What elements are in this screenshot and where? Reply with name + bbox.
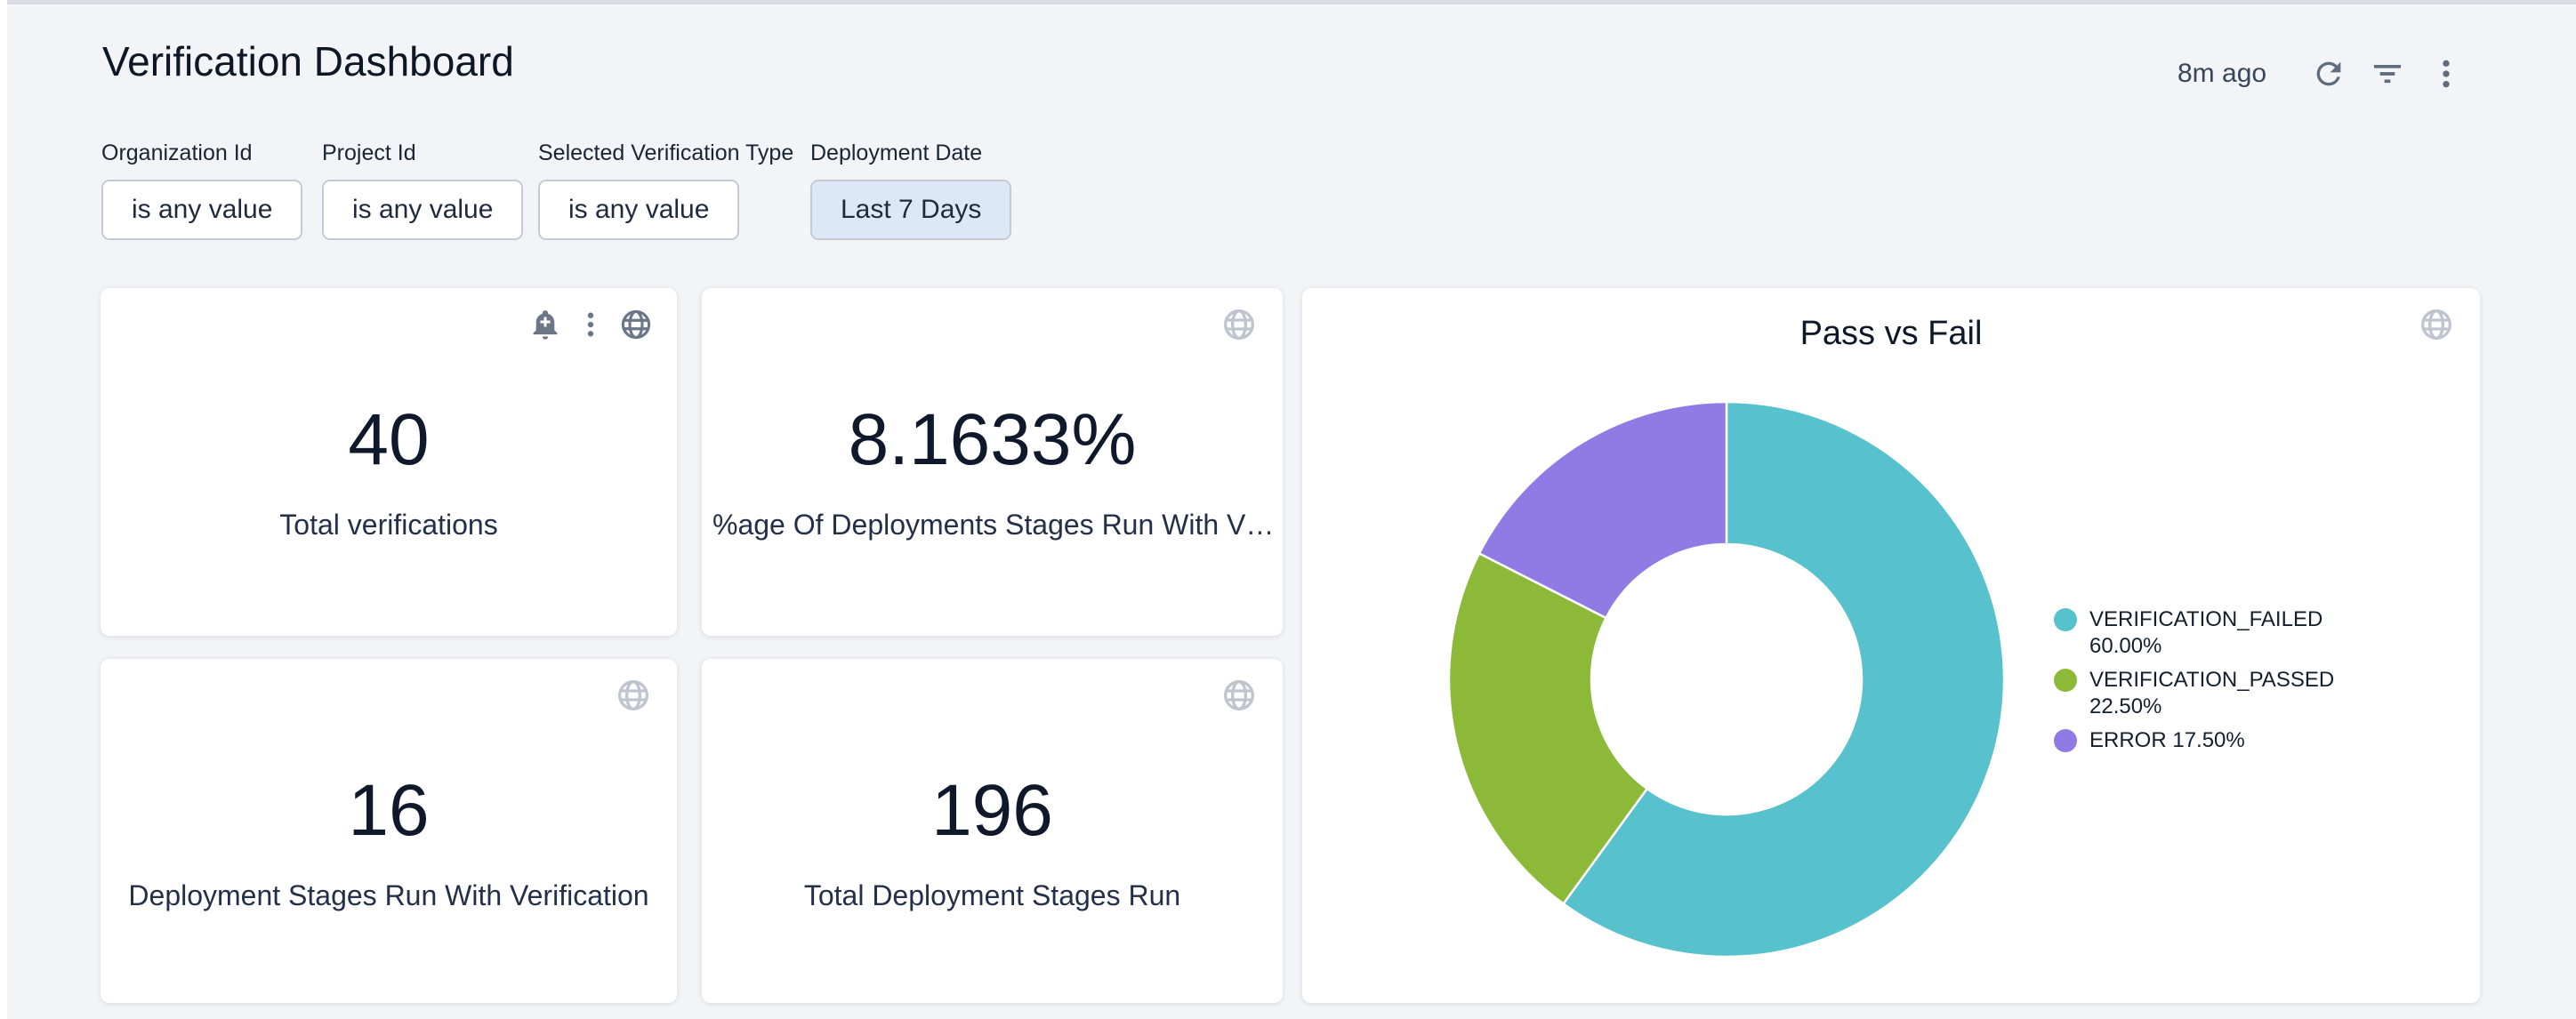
filter-value-button[interactable]: is any value — [538, 180, 739, 240]
filter-deployment-date: Deployment Date Last 7 Days — [810, 140, 1011, 240]
donut-chart-wrap — [1446, 399, 2007, 959]
tile-value: 196 — [702, 773, 1283, 849]
globe-icon[interactable] — [1220, 677, 1258, 714]
legend-swatch — [2054, 729, 2077, 752]
verification-dashboard-page: { "header": { "title": "Verification Das… — [0, 0, 2576, 1019]
tile-label: Total Deployment Stages Run — [702, 878, 1283, 913]
tile-label: Deployment Stages Run With Verification — [101, 878, 677, 913]
kebab-menu-icon[interactable] — [2427, 54, 2466, 93]
filter-label: Organization Id — [101, 140, 302, 166]
legend-item-verification_failed[interactable]: VERIFICATION_FAILED 60.00% — [2054, 606, 2383, 660]
filter-label: Project Id — [322, 140, 523, 166]
tile-total-verifications: 40 Total verifications — [101, 288, 677, 636]
tile-label: %age Of Deployments Stages Run With V… — [702, 507, 1283, 542]
page-title: Verification Dashboard — [102, 36, 514, 86]
donut-legend: VERIFICATION_FAILED 60.00% VERIFICATION_P… — [2054, 606, 2383, 761]
legend-label: VERIFICATION_FAILED 60.00% — [2089, 606, 2383, 660]
tile-label: Total verifications — [101, 507, 677, 542]
pass-fail-donut — [1446, 399, 2007, 959]
tile-value: 16 — [101, 773, 677, 849]
pass-vs-fail-chart-card: Pass vs Fail VERIFICATION_FAILED 60.00%V… — [1302, 288, 2480, 1003]
tile-icons — [519, 306, 655, 343]
left-edge-strip — [0, 0, 7, 1019]
legend-label: VERIFICATION_PASSED 22.50% — [2089, 667, 2383, 720]
chart-title: Pass vs Fail — [1302, 313, 2480, 354]
filter-value-button[interactable]: is any value — [322, 180, 523, 240]
add-alert-icon[interactable] — [527, 306, 564, 343]
legend-swatch — [2054, 608, 2077, 631]
tile-value: 8.1633% — [702, 402, 1283, 478]
legend-label: ERROR 17.50% — [2089, 727, 2245, 754]
tile-percentage-stages-with-verification: 8.1633% %age Of Deployments Stages Run W… — [702, 288, 1283, 636]
filter-label: Deployment Date — [810, 140, 1011, 166]
filter-value-button[interactable]: is any value — [101, 180, 302, 240]
globe-icon[interactable] — [1220, 306, 1258, 343]
legend-item-verification_passed[interactable]: VERIFICATION_PASSED 22.50% — [2054, 667, 2383, 720]
tile-deployment-stages-run-with-verification: 16 Deployment Stages Run With Verificati… — [101, 659, 677, 1003]
tile-total-deployment-stages-run: 196 Total Deployment Stages Run — [702, 659, 1283, 1003]
filter-selected-verification-type: Selected Verification Type is any value — [538, 140, 793, 240]
globe-icon[interactable] — [617, 306, 655, 343]
legend-item-error[interactable]: ERROR 17.50% — [2054, 727, 2383, 754]
legend-swatch — [2054, 669, 2077, 692]
last-refreshed-timestamp: 8m ago — [2178, 59, 2266, 89]
filter-list-icon[interactable] — [2368, 54, 2407, 93]
header-actions: 8m ago — [2178, 49, 2466, 99]
filter-value-button-active[interactable]: Last 7 Days — [810, 180, 1011, 240]
dashboard-canvas: Verification Dashboard 8m ago Organizati… — [7, 4, 2576, 1019]
refresh-icon[interactable] — [2309, 54, 2348, 93]
kebab-menu-icon[interactable] — [572, 306, 609, 343]
filter-organization-id: Organization Id is any value — [101, 140, 302, 240]
globe-icon[interactable] — [2418, 306, 2455, 343]
filter-project-id: Project Id is any value — [322, 140, 523, 240]
globe-icon[interactable] — [615, 677, 652, 714]
filter-label: Selected Verification Type — [538, 140, 793, 166]
tile-value: 40 — [101, 402, 677, 478]
